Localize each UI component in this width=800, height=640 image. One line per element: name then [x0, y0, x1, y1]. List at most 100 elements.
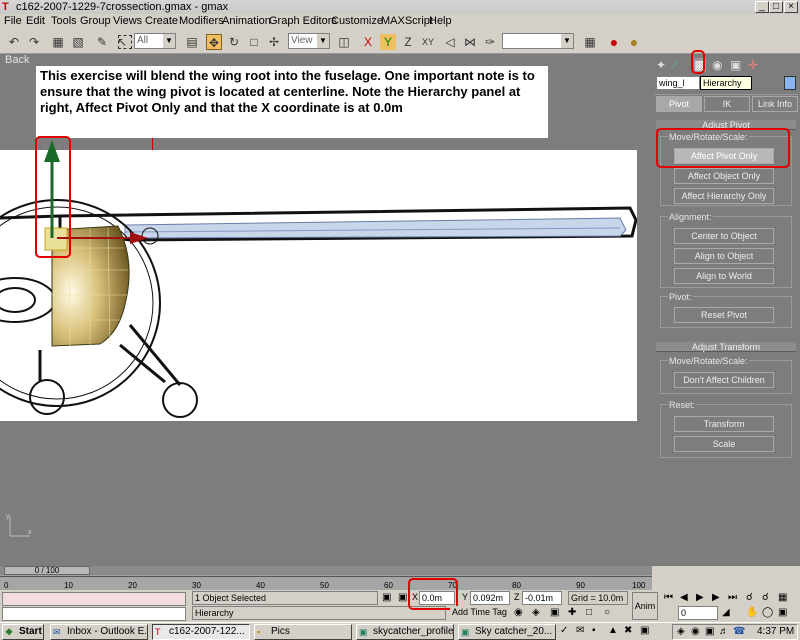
pivot-icon[interactable]: ✢ [266, 34, 282, 50]
menu-customize[interactable]: Customize [331, 15, 383, 27]
goto-end-icon[interactable]: ⏭ [728, 592, 737, 603]
tray-icon[interactable]: ◉ [691, 626, 700, 637]
quicklaunch-icon[interactable]: ▲ [608, 625, 618, 636]
adjust-transform-rollout[interactable]: Adjust Transform [656, 342, 796, 352]
maxscript-listener-field[interactable] [2, 592, 186, 606]
maximize-button[interactable]: □ [769, 1, 783, 13]
tab-pivot[interactable]: Pivot [656, 96, 702, 112]
scale-button[interactable]: Scale [674, 436, 774, 452]
unlink-icon[interactable]: ▧ [70, 34, 86, 50]
center-to-object-button[interactable]: Center to Object [674, 228, 774, 244]
utilities-tab-icon[interactable]: ✛ [748, 58, 758, 72]
material-editor-icon[interactable]: ● [626, 34, 642, 50]
restrict-z-icon[interactable]: Z [400, 34, 416, 50]
maxscript-output-field[interactable] [2, 607, 186, 621]
menu-graph-editors[interactable]: Graph Editors [269, 15, 337, 27]
display-tab-icon[interactable]: ▣ [730, 58, 741, 72]
play-icon[interactable]: ▶ [696, 592, 704, 603]
percent-snap-icon[interactable]: ▣ [550, 607, 559, 618]
mirror-icon[interactable]: ◁ [442, 34, 458, 50]
named-selection-dropdown[interactable]: ▼ [502, 33, 574, 49]
current-frame-field[interactable]: 0 [678, 606, 718, 620]
rotate-icon[interactable]: ↻ [226, 34, 242, 50]
undo-icon[interactable]: ↶ [6, 34, 22, 50]
angle-snap-icon[interactable]: ◈ [532, 607, 540, 618]
create-tab-icon[interactable]: ✦ [656, 58, 666, 72]
menu-edit[interactable]: Edit [26, 15, 45, 27]
dont-affect-children-button[interactable]: Don't Affect Children [674, 372, 774, 388]
z-coord-field[interactable]: -0.01m [522, 591, 562, 605]
pan-icon[interactable]: ✋ [746, 607, 758, 618]
modify-tab-icon[interactable]: ∕ [674, 58, 676, 72]
menu-tools[interactable]: Tools [51, 15, 77, 27]
grid-icon[interactable]: ▦ [582, 34, 598, 50]
fov-icon[interactable]: ◢ [722, 607, 730, 618]
menu-file[interactable]: File [4, 15, 22, 27]
tray-icon[interactable]: ▣ [705, 626, 714, 637]
motion-tab-icon[interactable]: ◉ [712, 58, 722, 72]
menu-animation[interactable]: Animation [222, 15, 271, 27]
window-crossing-icon[interactable]: □ [586, 607, 592, 618]
next-frame-icon[interactable]: ▶ [712, 592, 720, 603]
menu-group[interactable]: Group [80, 15, 111, 27]
lock-icon[interactable]: ▣ [382, 592, 391, 603]
restrict-x-icon[interactable]: X [360, 34, 376, 50]
use-pivot-icon[interactable]: ◫ [336, 34, 352, 50]
quicklaunch-icon[interactable]: ✓ [560, 625, 568, 636]
time-slider-track[interactable] [0, 566, 652, 575]
zoom-extents-icon[interactable]: ▦ [778, 592, 787, 603]
render-icon[interactable]: ● [606, 34, 622, 50]
select-by-name-icon[interactable]: ▤ [184, 34, 200, 50]
task-skycatcher-2[interactable]: ▣ Sky catcher_20... [458, 624, 556, 640]
quicklaunch-icon[interactable]: ✖ [624, 625, 632, 636]
object-name-field[interactable]: wing_l [656, 76, 700, 90]
move-icon[interactable]: ✥ [206, 34, 222, 50]
bind-icon[interactable]: ✎ [94, 34, 110, 50]
menu-views[interactable]: Views [113, 15, 142, 27]
viewport-label[interactable]: Back [5, 54, 29, 66]
prev-frame-icon[interactable]: ◀ [680, 592, 688, 603]
named-selection-icon[interactable]: ✑ [482, 34, 498, 50]
quicklaunch-icon[interactable]: ▪ [592, 625, 596, 636]
minimize-button[interactable]: _ [755, 1, 769, 13]
link-icon[interactable]: ▦ [50, 34, 66, 50]
menu-maxscript[interactable]: MAXScript [381, 15, 433, 27]
task-outlook[interactable]: ✉ Inbox - Outlook E... [50, 624, 148, 640]
region-select-icon[interactable] [118, 35, 132, 49]
task-skycatcher-profile[interactable]: ▣ skycatcher_profile.... [356, 624, 454, 640]
start-button[interactable]: ❖ Start [2, 624, 44, 640]
tray-icon[interactable]: ☎ [733, 626, 745, 637]
key-icon[interactable]: ○ [604, 607, 610, 618]
spinner-snap-icon[interactable]: ✚ [568, 607, 576, 618]
align-to-object-button[interactable]: Align to Object [674, 248, 774, 264]
quicklaunch-icon[interactable]: ✉ [576, 625, 584, 636]
tab-link-info[interactable]: Link Info [752, 96, 798, 112]
restrict-xy-icon[interactable]: XY [419, 34, 437, 50]
close-button[interactable]: × [784, 1, 798, 13]
redo-icon[interactable]: ↷ [26, 34, 42, 50]
model-canvas[interactable] [0, 150, 637, 421]
selection-filter-dropdown[interactable]: All ▼ [134, 33, 176, 49]
zoom-icon[interactable]: ☌ [746, 592, 753, 603]
object-color-swatch[interactable] [784, 76, 796, 90]
task-pics[interactable]: ▪ Pics [254, 624, 352, 640]
align-icon[interactable]: ⋈ [462, 34, 478, 50]
track-bar[interactable]: 0 10 20 30 40 50 60 70 80 90 100 [0, 576, 652, 590]
timeline[interactable]: 0 / 100 0 10 20 30 40 50 60 70 80 90 100 [0, 566, 652, 590]
menu-modifiers[interactable]: Modifiers [179, 15, 224, 27]
zoom-all-icon[interactable]: ☌ [762, 592, 769, 603]
align-to-world-button[interactable]: Align to World [674, 268, 774, 284]
affect-hierarchy-only-button[interactable]: Affect Hierarchy Only [674, 188, 774, 204]
task-gmax[interactable]: Тc162-2007-122... [152, 624, 250, 640]
tab-ik[interactable]: IK [704, 96, 750, 112]
quicklaunch-icon[interactable]: ▣ [640, 625, 649, 636]
back-viewport[interactable]: Back y x This exercise will blend the wi… [0, 54, 652, 566]
goto-start-icon[interactable]: ⏮ [664, 592, 673, 603]
y-coord-field[interactable]: 0.092m [470, 591, 510, 605]
restrict-y-icon[interactable]: Y [380, 34, 396, 50]
reset-pivot-button[interactable]: Reset Pivot [674, 307, 774, 323]
affect-object-only-button[interactable]: Affect Object Only [674, 168, 774, 184]
arc-rotate-icon[interactable]: ◯ [762, 607, 773, 618]
menu-create[interactable]: Create [145, 15, 178, 27]
menu-help[interactable]: Help [429, 15, 452, 27]
